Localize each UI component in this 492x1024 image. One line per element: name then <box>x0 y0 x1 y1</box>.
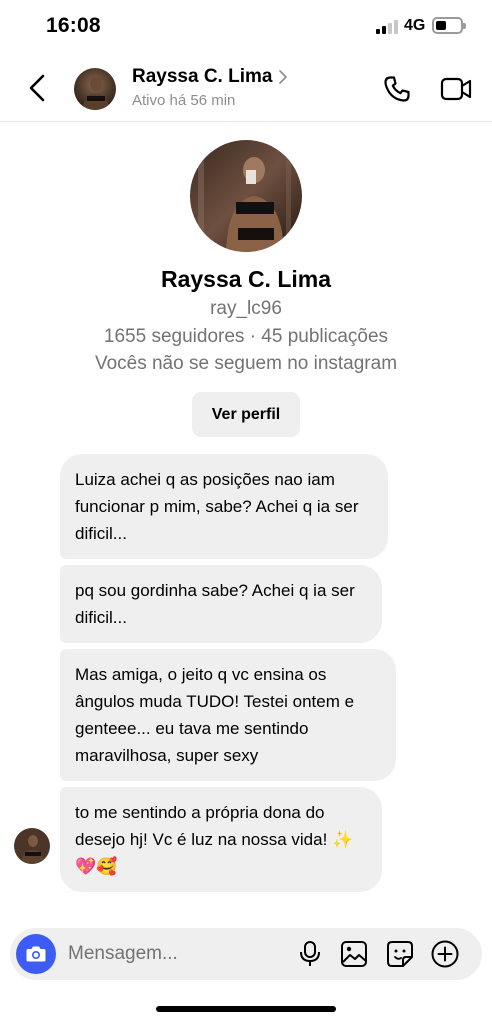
back-button[interactable] <box>24 72 52 104</box>
message-input[interactable] <box>68 938 288 970</box>
phone-icon <box>384 76 410 102</box>
message-bubble[interactable]: Luiza achei q as posições nao iam funcio… <box>60 454 388 559</box>
sticker-icon <box>387 941 413 967</box>
network-type: 4G <box>404 17 426 34</box>
activity-status: Ativo há 56 min <box>132 92 236 109</box>
message-bubble[interactable]: Mas amiga, o jeito q vc ensina os ângulo… <box>60 649 396 781</box>
gallery-button[interactable] <box>340 940 368 968</box>
signal-icon <box>376 20 398 34</box>
chat-screen: 16:08 4G Rayssa C. Lima Ativo há 56 min … <box>0 0 492 1024</box>
message-bubble[interactable]: pq sou gordinha sabe? Achei q ia ser dif… <box>60 565 382 643</box>
video-camera-icon <box>440 77 472 101</box>
view-profile-button[interactable]: Ver perfil <box>191 392 301 437</box>
profile-username: ray_lc96 <box>210 298 282 319</box>
camera-button[interactable] <box>16 934 56 974</box>
status-time: 16:08 <box>46 14 101 37</box>
contact-name-link[interactable]: Rayssa C. Lima <box>132 66 288 88</box>
profile-avatar[interactable] <box>190 140 302 252</box>
chevron-left-icon <box>29 74 45 102</box>
chat-header: Rayssa C. Lima Ativo há 56 min <box>0 54 492 122</box>
call-button[interactable] <box>382 74 412 104</box>
status-bar: 16:08 4G <box>0 0 492 54</box>
profile-card: Rayssa C. Lima ray_lc96 1655 seguidores … <box>0 140 492 437</box>
battery-icon <box>432 17 466 34</box>
contact-name: Rayssa C. Lima <box>132 66 273 87</box>
message-composer <box>10 928 482 980</box>
follow-status-note: Vocês não se seguem no instagram <box>94 353 398 374</box>
plus-circle-icon <box>431 940 459 968</box>
more-options-button[interactable] <box>430 939 460 969</box>
chevron-right-icon <box>279 70 288 84</box>
video-call-button[interactable] <box>440 74 472 104</box>
image-gallery-icon <box>341 941 367 967</box>
avatar[interactable] <box>74 68 116 110</box>
profile-name: Rayssa C. Lima <box>160 266 332 292</box>
message-list: Luiza achei q as posições nao iam funcio… <box>60 454 400 898</box>
voice-message-button[interactable] <box>298 940 322 968</box>
sender-avatar[interactable] <box>14 828 50 864</box>
profile-stats: 1655 seguidores · 45 publicações <box>103 326 389 347</box>
home-indicator <box>156 1006 336 1012</box>
sticker-button[interactable] <box>386 940 414 968</box>
battery-level <box>436 21 446 30</box>
camera-icon <box>26 946 46 962</box>
message-bubble[interactable]: to me sentindo a própria dona do desejo … <box>60 787 382 892</box>
microphone-icon <box>300 941 320 966</box>
